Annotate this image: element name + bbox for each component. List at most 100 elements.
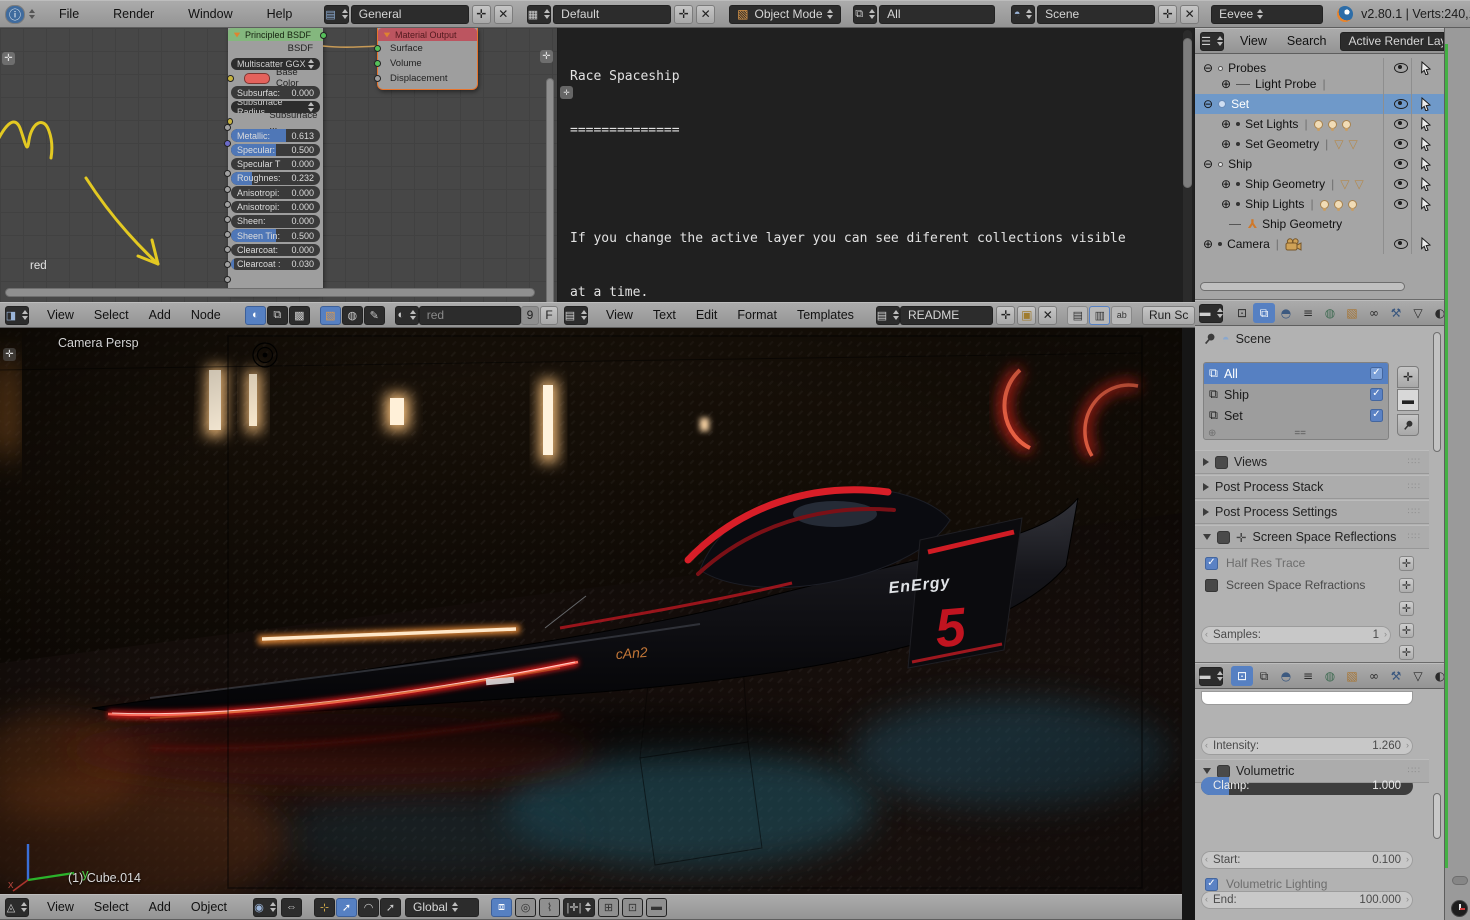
tab-view-layer[interactable]: ⧉ [1253,303,1275,323]
proportional-editing-icon[interactable]: |✛| [563,898,595,917]
animate-icon[interactable]: ✛ [1236,530,1246,545]
light-icon[interactable] [1328,120,1337,129]
outliner-row-ship-lights[interactable]: ⊕ Ship Lights| [1195,194,1444,214]
menu-text[interactable]: Text [643,308,686,322]
panel-post-process-settings[interactable]: Post Process Settings ∷∷ [1195,500,1429,524]
layout-field[interactable]: Default [553,5,671,24]
outliner-row-ship[interactable]: ⊖ Ship [1195,154,1444,174]
menu-object[interactable]: Object [181,900,237,914]
collapse-icon[interactable] [384,32,390,37]
workspace-add-button[interactable]: ✛ [472,5,491,24]
half-res-checkbox[interactable]: ✓ [1205,557,1218,570]
cursor-icon[interactable] [1419,61,1432,75]
keyframe-button[interactable]: ✛ [1399,601,1414,616]
disclosure-triangle[interactable] [1203,508,1209,516]
layer-pin-button[interactable] [1397,414,1419,436]
light-icon[interactable] [1320,200,1329,209]
shader-type-linestyle-icon[interactable]: ▩ [289,306,310,325]
text-scrollbar-track[interactable] [1183,30,1192,324]
node-header[interactable]: Principled BSDF [228,28,323,41]
layer-row-ship[interactable]: ⧉Ship ✓ [1204,384,1388,405]
cursor-icon[interactable] [1419,157,1432,171]
row-label[interactable]: Set [1231,97,1249,111]
layer-row-all[interactable]: ⧉All ✓ [1204,363,1388,384]
menu-view[interactable]: View [37,900,84,914]
material-output-node[interactable]: Material Output Surface Volume Displacem… [377,28,478,90]
editor-type-button[interactable]: ☰ [1200,32,1224,51]
sheen-tint-slider[interactable]: Sheen Tin:0.500 [231,229,320,242]
collection-icon-button[interactable]: ⧉ [853,5,877,24]
clearcoat-slider[interactable]: Clearcoat:0.000 [231,244,320,257]
panel-post-process-stack[interactable]: Post Process Stack ∷∷ [1195,475,1429,499]
mode-icon-button[interactable]: ◉ [253,898,277,917]
gizmo-scale-icon[interactable]: ➚ [380,898,401,917]
workspace-icon-button[interactable]: ▤ [324,5,348,24]
layer-checkbox[interactable]: ✓ [1370,367,1383,380]
text-scrollbar-thumb[interactable] [1183,38,1192,188]
node-vertical-scrollbar[interactable] [546,78,554,306]
outliner-row-light-probe[interactable]: ⊕ Light Probe| [1195,74,1444,94]
collapse-icon[interactable]: ⊖ [1203,97,1213,111]
menu-add[interactable]: Add [139,900,181,914]
volumetric-lighting-checkbox[interactable]: ✓ [1205,878,1218,891]
layout-icon-button[interactable]: ▦ [527,5,551,24]
eye-icon[interactable] [1394,239,1408,249]
menu-templates[interactable]: Templates [787,308,864,322]
disclosure-triangle[interactable] [1203,534,1211,540]
scene-icon-button[interactable]: ◓ [1011,5,1035,24]
cursor-icon[interactable] [1419,237,1432,251]
vol-end-slider[interactable]: ‹End:100.000› [1201,891,1413,909]
keyframe-button[interactable]: ✛ [1399,645,1414,660]
outliner-row-set-geometry[interactable]: ⊕ Set Geometry| ▽▽ [1195,134,1444,154]
editor-type-button[interactable]: ◬ [5,898,29,917]
tab-output[interactable]: ≡ [1297,666,1319,686]
overlays-icon[interactable]: ⊞ [598,898,619,917]
slot-world-icon[interactable]: ◍ [342,306,363,325]
expand-icon[interactable]: ⊕ [1221,117,1231,131]
workspace-field[interactable]: General [351,5,469,24]
render-image-icon[interactable]: ⊡ [622,898,643,917]
disclosure-triangle[interactable] [1203,483,1209,491]
text-block-name-field[interactable]: README [900,306,993,325]
cursor-icon[interactable] [1419,117,1432,131]
refractions-checkbox[interactable] [1205,579,1218,592]
material-browse-button[interactable]: ◐ [395,306,419,325]
menu-view[interactable]: View [1230,34,1277,48]
light-icon[interactable] [1334,200,1343,209]
tab-scene[interactable]: ◓ [1275,303,1297,323]
list-filter-icon[interactable]: ⊕ [1208,428,1216,439]
gizmo-rotate-icon[interactable]: ◠ [358,898,379,917]
tab-world[interactable]: ◍ [1319,303,1341,323]
cursor-icon[interactable] [1419,197,1432,211]
vol-start-slider[interactable]: ‹Start:0.100› [1201,851,1413,869]
snap-toggle-icon[interactable]: ⧈ [491,898,512,917]
row-label[interactable]: Ship Geometry [1262,217,1342,231]
menu-help[interactable]: Help [257,7,303,21]
eye-icon[interactable] [1394,63,1408,73]
workspace-cycle-icon[interactable] [29,9,35,19]
mesh-icon[interactable]: ▽ [1334,139,1343,149]
layout-add-button[interactable]: ✛ [674,5,693,24]
editor-type-button[interactable]: ▬ [1199,667,1223,686]
render-animation-icon[interactable]: ▬ [646,898,667,917]
tab-scene[interactable]: ◓ [1275,666,1297,686]
tab-constraints[interactable]: ∞ [1363,303,1385,323]
tab-render[interactable]: ⊡ [1231,666,1253,686]
ssr-samples-slider[interactable]: ‹Samples:1› [1201,626,1391,644]
mesh-icon[interactable]: ▽ [1348,139,1357,149]
scene-add-button[interactable]: ✛ [1158,5,1177,24]
editor-type-button[interactable]: ▤ [564,306,588,325]
surface-socket[interactable] [374,45,381,52]
row-label[interactable]: Light Probe [1255,77,1316,91]
outliner-row-camera[interactable]: ⊕ Camera| [1195,234,1444,254]
mesh-icon[interactable]: ▽ [1354,179,1363,189]
shader-node-editor[interactable]: Principled BSDF BSDF Multiscatter GGX Ba… [0,28,558,328]
tab-output[interactable]: ≡ [1297,303,1319,323]
material-name-field[interactable]: red [419,306,521,325]
blender-app-menu-button[interactable]: ⓘ [5,5,25,24]
row-label[interactable]: Set Lights [1245,117,1298,131]
node-header[interactable]: Material Output [378,28,477,41]
orientation-dropdown[interactable]: Global [405,898,479,917]
views-checkbox[interactable] [1215,456,1228,469]
panel-drag-handle[interactable]: ∷∷ [1408,766,1421,776]
